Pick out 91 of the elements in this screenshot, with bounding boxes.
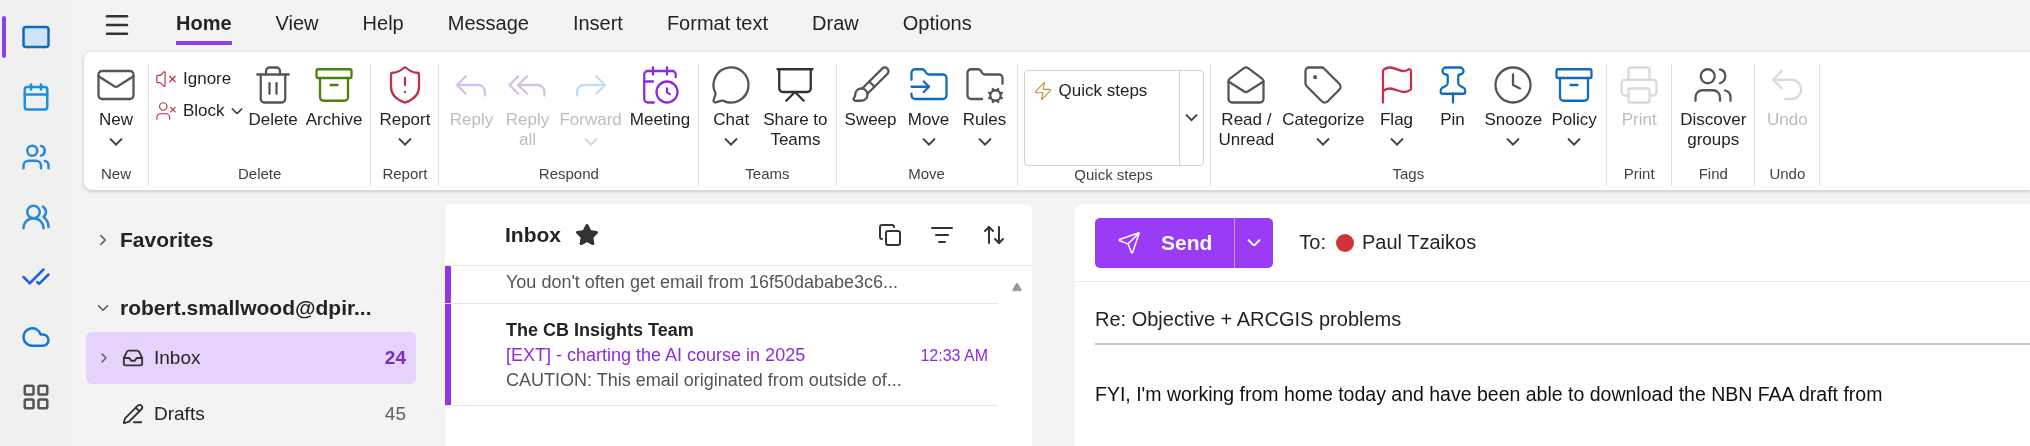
app-icon xyxy=(21,382,51,412)
caret-icon xyxy=(109,138,123,146)
ribbon-button[interactable]: Report xyxy=(377,64,433,146)
caret-icon xyxy=(921,138,936,146)
caret-icon xyxy=(1184,114,1198,122)
ribbon-tab[interactable]: Draw xyxy=(812,5,859,45)
select-icon[interactable] xyxy=(878,222,902,247)
ribbon-button[interactable]: Move xyxy=(902,64,955,146)
ribbon-button[interactable]: Policy xyxy=(1548,64,1601,146)
ribbon-button[interactable]: Ignore xyxy=(155,66,243,92)
ribbon-button[interactable]: Snooze xyxy=(1482,64,1545,146)
recipient-chip[interactable]: Paul Tzaikos xyxy=(1336,231,1477,254)
message-item[interactable]: You don't often get email from 16f50dababe3c6... xyxy=(445,266,998,304)
ribbon-button[interactable]: Archive xyxy=(303,64,365,130)
unread-count: 45 xyxy=(384,403,406,425)
ribbon-button[interactable]: Share to Teams xyxy=(761,64,830,150)
ribbon-button[interactable]: Categorize xyxy=(1280,64,1367,146)
subject-field[interactable]: Re: Objective + ARCGIS problems xyxy=(1095,308,2030,345)
group-label: Respond xyxy=(538,165,599,184)
to-label: To: xyxy=(1299,231,1327,254)
ribbon-tab[interactable]: Insert xyxy=(572,5,623,45)
open-envelope-icon xyxy=(1225,64,1268,106)
inbox-icon xyxy=(122,347,144,369)
ribbon-button[interactable]: Pin xyxy=(1426,64,1479,130)
ribbon-button[interactable]: Read / Unread xyxy=(1216,64,1277,150)
ribbon-tab[interactable]: Message xyxy=(447,5,529,45)
folder-item[interactable]: Inbox 24 xyxy=(86,332,416,384)
send-icon xyxy=(1117,230,1141,255)
chat-bubble-icon xyxy=(710,64,753,106)
ribbon-tab[interactable]: Format text xyxy=(666,5,769,45)
sender-name: The CB Insights Team xyxy=(506,320,695,341)
caret-icon xyxy=(1247,238,1262,247)
caret-icon xyxy=(1567,138,1582,146)
star-icon[interactable] xyxy=(575,222,599,247)
user-block-icon xyxy=(155,100,177,122)
group-label: Teams xyxy=(745,165,790,184)
folder-item[interactable]: Drafts 45 xyxy=(86,384,416,444)
ribbon-tab[interactable]: Home xyxy=(176,5,232,45)
muted-speaker-icon xyxy=(155,68,177,90)
message-time: 12:33 AM xyxy=(920,346,989,365)
ribbon-button[interactable]: Delete xyxy=(246,64,300,130)
group-label: Tags xyxy=(1392,165,1425,184)
ribbon-button[interactable]: Meeting xyxy=(627,64,693,130)
message-preview: CAUTION: This email originated from outside of... xyxy=(506,370,903,391)
folder-name: Inbox xyxy=(154,347,201,369)
app-icon xyxy=(21,142,51,172)
folder-section-header[interactable]: robert.smallwood@dpir... xyxy=(86,284,416,332)
ribbon-button[interactable]: Rules xyxy=(958,64,1011,146)
caret-icon xyxy=(397,138,412,146)
send-button[interactable]: Send xyxy=(1095,217,1236,268)
group-label: Print xyxy=(1623,165,1655,184)
message-item[interactable]: The CB Insights Team [EXT] - charting the AI course in 2025 12:33 AM CAUTION: This email originated from outside of... xyxy=(445,304,998,406)
lightning-icon xyxy=(1032,81,1053,101)
ribbon-button[interactable]: New xyxy=(90,64,142,146)
caret-icon xyxy=(1389,138,1404,146)
caret-icon xyxy=(230,107,243,115)
caret-icon xyxy=(724,138,739,146)
folder-section-header[interactable]: Favorites xyxy=(86,216,416,264)
ribbon-tab[interactable]: Options xyxy=(902,5,972,45)
group-label: Find xyxy=(1698,165,1728,184)
folder-name: Drafts xyxy=(154,403,205,425)
app-icon xyxy=(21,82,51,112)
message-body[interactable]: FYI, I'm working from home today and have been able to download the NBN FAA draft from xyxy=(1095,383,2030,406)
quick-steps-item[interactable]: Quick steps xyxy=(1024,71,1179,165)
caret-icon xyxy=(583,138,598,146)
scroll-up-icon[interactable] xyxy=(1012,282,1022,292)
ribbon-tab[interactable]: View xyxy=(275,5,319,45)
group-label: Delete xyxy=(238,165,282,184)
ribbon-button[interactable]: Flag xyxy=(1370,64,1423,146)
pencil-icon xyxy=(122,403,144,425)
ribbon-button[interactable]: Block xyxy=(155,98,243,124)
ribbon-button[interactable]: Sweep xyxy=(842,64,899,130)
ribbon-tab[interactable]: Help xyxy=(362,5,404,45)
printer-icon xyxy=(1618,64,1661,106)
app-icon xyxy=(21,202,51,232)
ribbon-button[interactable]: Chat xyxy=(705,64,758,146)
clock-icon xyxy=(1492,64,1535,106)
tag-icon xyxy=(1302,64,1345,106)
folder-title: Inbox xyxy=(505,222,561,247)
caret-icon xyxy=(1316,138,1331,146)
group-label: Undo xyxy=(1769,165,1806,184)
caret-icon xyxy=(977,138,992,146)
group-label: New xyxy=(101,165,131,184)
unread-count: 24 xyxy=(384,347,406,369)
message-preview: You don't often get email from 16f50dababe3c6... xyxy=(506,272,900,293)
group-label: Move xyxy=(908,165,945,184)
group-label: Quick steps xyxy=(1074,166,1153,185)
ribbon-button[interactable]: Discover groups xyxy=(1678,64,1749,150)
caret-icon xyxy=(1506,138,1521,146)
group-label: Report xyxy=(382,165,428,184)
message-subject: [EXT] - charting the AI course in 2025 xyxy=(506,345,806,366)
